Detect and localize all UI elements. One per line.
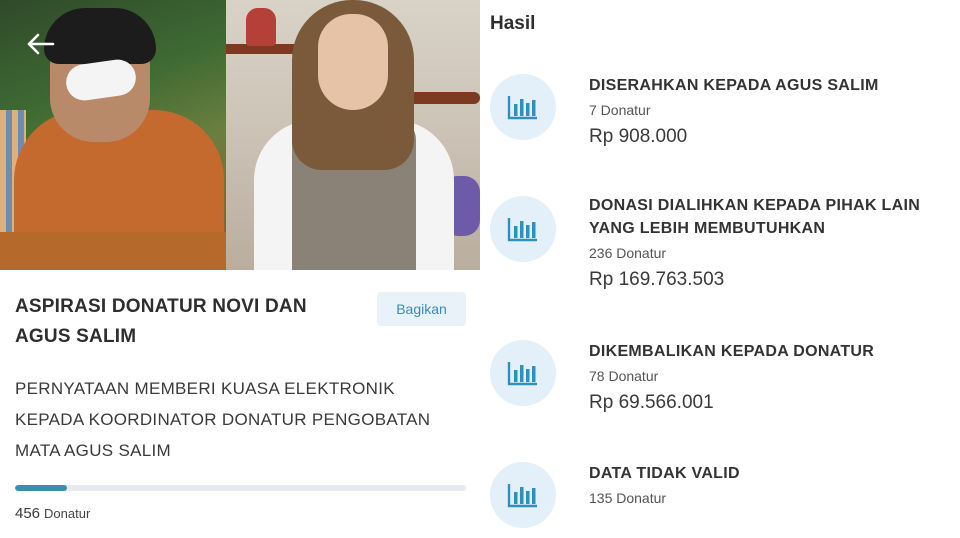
result-donor-count: 135 Donatur: [589, 490, 667, 506]
results-heading: Hasil: [490, 13, 536, 34]
campaign-hero-image: [0, 0, 480, 270]
photo-speaker: [226, 0, 480, 270]
campaign-panel: ASPIRASI DONATUR NOVI DAN AGUS SALIM Bag…: [0, 0, 480, 538]
progress-fill: [15, 485, 67, 491]
bar-chart-icon: [490, 462, 556, 528]
result-amount: Rp 908.000: [589, 126, 688, 147]
result-title: DATA TIDAK VALID: [589, 465, 740, 482]
result-donor-count: 7 Donatur: [589, 102, 651, 118]
result-donor-count: 78 Donatur: [589, 368, 659, 384]
share-button[interactable]: Bagikan: [377, 292, 466, 326]
donor-count: 456: [15, 505, 41, 522]
result-amount: Rp 69.566.001: [589, 392, 714, 413]
arrow-left-icon[interactable]: [26, 32, 56, 56]
result-amount: Rp 169.763.503: [589, 269, 725, 290]
result-title: DISERAHKAN KEPADA AGUS SALIM: [589, 77, 879, 94]
donor-summary: 456 Donatur: [15, 505, 90, 522]
result-donor-count: 236 Donatur: [589, 245, 667, 261]
donor-label: Donatur: [44, 506, 91, 521]
donation-progress-bar: [15, 485, 466, 491]
results-panel: Hasil DISERAHKAN KEPADA AGUS SALIM 7 Don…: [480, 0, 960, 538]
bar-chart-icon: [490, 196, 556, 262]
bar-chart-icon: [490, 340, 556, 406]
bar-chart-icon: [490, 74, 556, 140]
campaign-title: ASPIRASI DONATUR NOVI DAN AGUS SALIM: [15, 296, 307, 347]
result-title: DIKEMBALIKAN KEPADA DONATUR: [589, 343, 875, 360]
result-title: DONASI DIALIHKAN KEPADA PIHAK LAIN YANG …: [589, 197, 921, 237]
campaign-description: PERNYATAAN MEMBERI KUASA ELEKTRONIK KEPA…: [15, 379, 431, 460]
